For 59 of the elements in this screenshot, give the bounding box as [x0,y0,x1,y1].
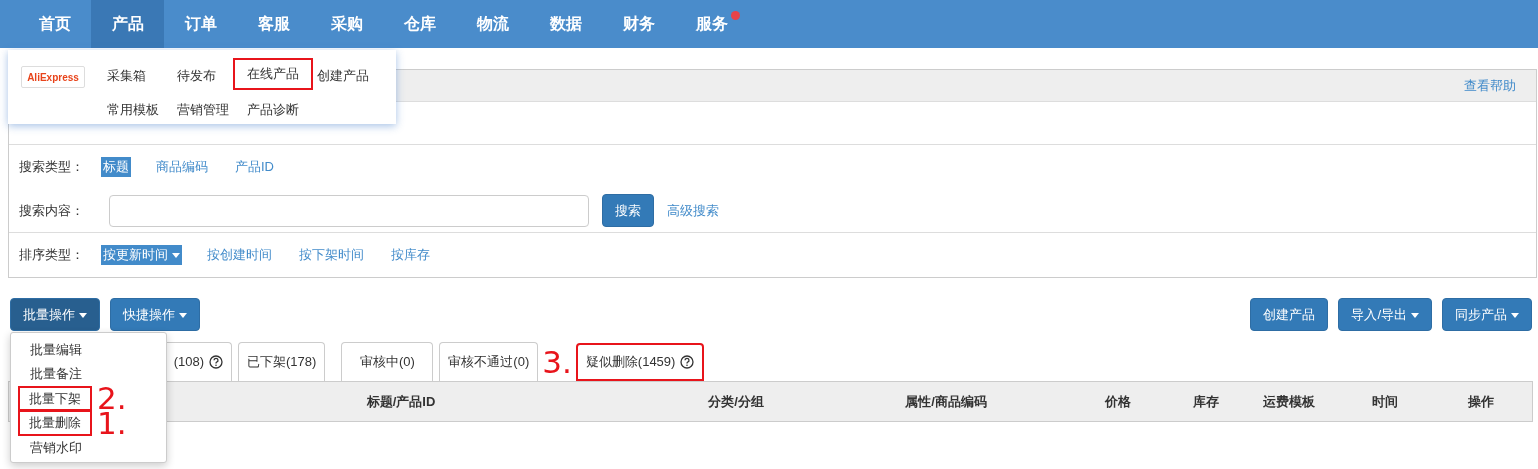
nav-tab[interactable]: 订单 [164,0,237,48]
filter-option[interactable]: 按创建时间 [205,245,274,265]
filter-option[interactable]: 商品编码 [154,157,210,177]
advanced-search-link[interactable]: 高级搜索 [667,200,719,221]
field-label: 搜索内容： [19,201,85,220]
status-tab[interactable]: 疑似删除(1459) [575,343,705,381]
column-header: 标题/产品ID [365,392,437,411]
filter-option[interactable]: 产品ID [233,157,276,177]
help-icon[interactable] [680,355,695,369]
column-header: 库存 [1192,392,1220,411]
filter-option[interactable]: 标题 [101,157,131,177]
annotation-number: 3. [542,349,572,374]
dropdown-button[interactable]: 同步产品 [1442,298,1532,331]
nav-tab[interactable]: 首页 [18,0,91,48]
column-header: 分类/分组 [707,392,765,411]
column-header: 价格 [1103,392,1132,411]
nav-tab[interactable]: 物流 [456,0,529,48]
create-button[interactable]: 创建产品 [1250,298,1329,331]
menu-item[interactable]: 批量备注 [19,361,93,387]
search-button[interactable]: 搜索 [602,194,654,227]
column-header: 运费模板 [1262,392,1316,411]
nav-tab[interactable]: 财务 [602,0,675,48]
menu-link[interactable]: 待发布 [175,62,218,90]
dropdown-button[interactable]: 快捷操作 [110,298,200,331]
menu-item[interactable]: 批量删除 [18,410,92,436]
field-label: 排序类型： [19,246,85,265]
menu-link[interactable]: 产品诊断 [245,96,301,124]
help-link[interactable]: 查看帮助 [1464,75,1516,96]
field-label: 搜索类型： [19,158,85,177]
search-field[interactable] [109,194,589,227]
menu-link[interactable]: 营销管理 [175,96,231,124]
nav-tab[interactable]: 采购 [310,0,383,48]
brand-logo: AliExpress [21,66,85,88]
nav-tab[interactable]: 产品 [91,0,164,48]
menu-link[interactable]: 在线产品 [233,58,313,90]
filter-option[interactable]: 按下架时间 [297,245,366,265]
annotation-number: 1. [97,410,127,435]
menu-item[interactable]: 批量编辑 [19,336,93,362]
column-header: 时间 [1371,392,1399,411]
menu-item[interactable]: 营销水印 [19,434,93,460]
nav-tab[interactable]: 数据 [529,0,602,48]
nav-tab[interactable]: 仓库 [383,0,456,48]
status-tab[interactable]: 审核中(0) [341,342,434,381]
status-tab[interactable]: 已下架(178) [238,342,326,381]
dropdown-button[interactable]: 导入/导出 [1338,298,1432,331]
filter-option[interactable]: 按更新时间 [101,245,182,265]
menu-link[interactable]: 采集箱 [105,62,148,90]
column-header: 属性/商品编码 [904,392,988,411]
menu-link[interactable]: 创建产品 [315,62,371,90]
status-tab[interactable]: 审核不通过(0) [439,342,539,381]
column-header: 操作 [1466,392,1495,411]
nav-tab[interactable]: 服务 [675,0,748,48]
menu-item[interactable]: 批量下架 [18,385,92,411]
nav-tab[interactable]: 客服 [237,0,310,48]
dropdown-button[interactable]: 批量操作 [10,298,100,331]
menu-link[interactable]: 常用模板 [105,96,161,124]
filter-option[interactable]: 按库存 [389,245,432,265]
help-icon[interactable] [209,355,223,369]
annotation-number: 2. [97,386,127,411]
